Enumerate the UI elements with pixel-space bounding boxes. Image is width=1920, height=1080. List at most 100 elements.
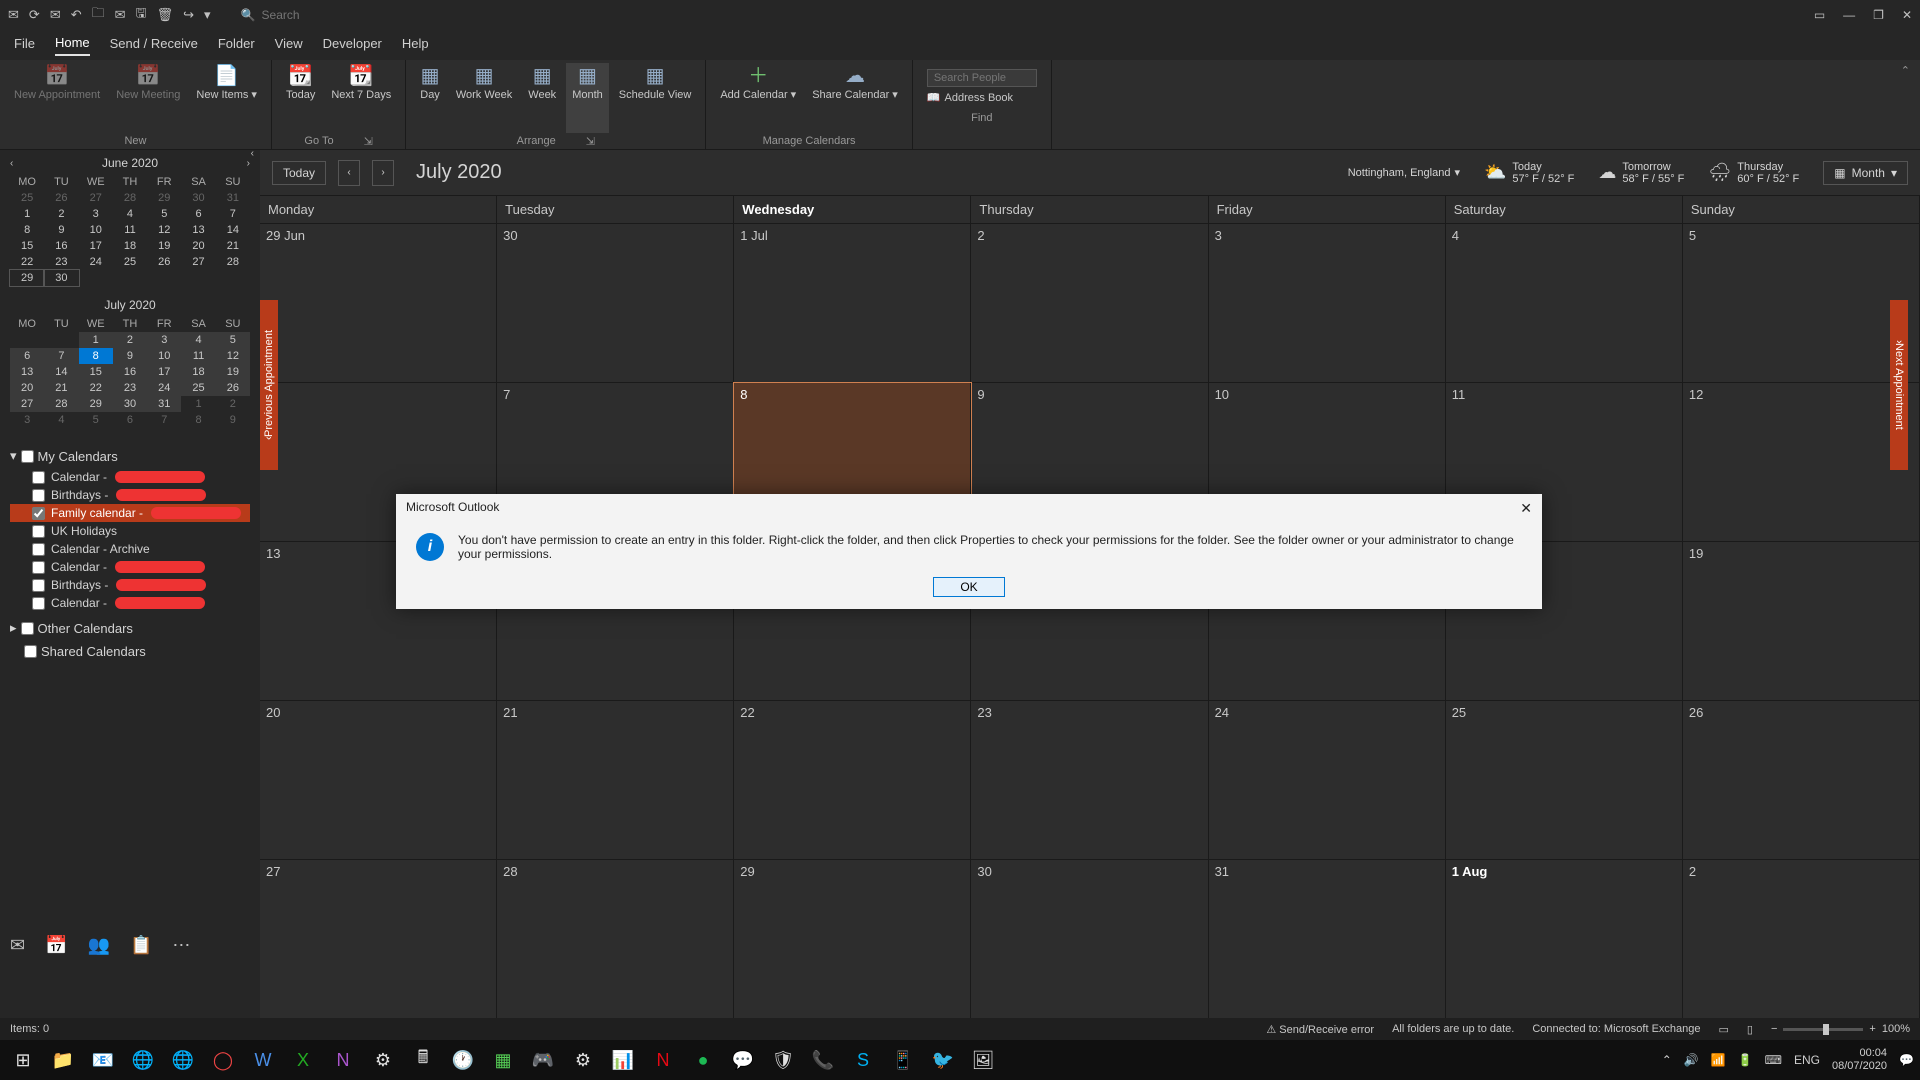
mini-cal-day[interactable]: 21 [216, 238, 250, 254]
schedule-view-button[interactable]: ▦Schedule View [613, 63, 698, 133]
day-view-button[interactable]: ▦Day [414, 63, 446, 133]
next7days-button[interactable]: 📆Next 7 Days [325, 63, 397, 133]
tab-developer[interactable]: Developer [323, 36, 382, 55]
calendar-cell[interactable]: 4 [1446, 224, 1683, 382]
mini-cal-day[interactable]: 9 [44, 222, 78, 238]
mini-cal-day[interactable]: 29 [79, 396, 113, 412]
next-month-icon[interactable]: › [247, 158, 250, 169]
calendar-cell[interactable]: 29 [734, 860, 971, 1018]
mini-cal-day[interactable]: 6 [10, 348, 44, 364]
dialog-launcher-icon[interactable]: ⇲ [586, 135, 595, 148]
forward-icon[interactable]: ↪ [183, 7, 194, 23]
language-indicator[interactable]: ENG [1794, 1053, 1820, 1067]
app-icon[interactable]: 🛡 [766, 1043, 800, 1077]
onenote-icon[interactable]: N [326, 1043, 360, 1077]
my-calendars-header[interactable]: ▾My Calendars [10, 448, 250, 464]
calendar-checkbox[interactable] [32, 579, 45, 592]
view-reading-icon[interactable]: ▯ [1747, 1023, 1753, 1036]
calendar-list-item[interactable]: Calendar - Archive [10, 540, 250, 558]
photos-icon[interactable]: 🖼 [966, 1043, 1000, 1077]
taskbar-clock[interactable]: 00:04 08/07/2020 [1832, 1047, 1887, 1073]
calendar-list-item[interactable]: Birthdays - [10, 486, 250, 504]
mini-cal-day[interactable]: 23 [44, 254, 78, 270]
maximize-icon[interactable]: ❐ [1873, 8, 1884, 22]
mini-cal-day[interactable]: 2 [44, 206, 78, 222]
new-meeting-button[interactable]: 📅New Meeting [110, 63, 186, 133]
app-icon[interactable]: ▦ [486, 1043, 520, 1077]
calendar-checkbox[interactable] [32, 597, 45, 610]
calendar-checkbox[interactable] [32, 525, 45, 538]
netflix-icon[interactable]: N [646, 1043, 680, 1077]
mini-cal-day[interactable]: 10 [147, 348, 181, 364]
new-appointment-button[interactable]: 📅New Appointment [8, 63, 106, 133]
collapse-sidebar-icon[interactable]: ‹ [251, 148, 254, 159]
mini-cal-day[interactable]: 22 [79, 380, 113, 396]
mini-cal-day[interactable] [181, 270, 215, 286]
calendar-cell[interactable]: 20 [260, 701, 497, 859]
goto-today-button[interactable]: Today [272, 161, 326, 185]
prev-month-icon[interactable]: ‹ [10, 158, 13, 169]
app-icon[interactable]: ⚙ [366, 1043, 400, 1077]
mini-cal-day[interactable]: 26 [44, 190, 78, 206]
calendar-cell[interactable]: 2 [1683, 860, 1920, 1018]
mini-cal-day[interactable]: 30 [113, 396, 147, 412]
mini-cal-day[interactable]: 15 [10, 238, 44, 254]
mini-cal-day[interactable]: 28 [216, 254, 250, 270]
file-explorer-icon[interactable]: 📁 [46, 1043, 80, 1077]
calendar-grid[interactable]: 29 Jun301 Jul234567891011121314151617181… [260, 223, 1920, 1018]
tab-home[interactable]: Home [55, 35, 90, 56]
mini-cal-day[interactable]: 31 [216, 190, 250, 206]
calendar-cell[interactable]: 23 [971, 701, 1208, 859]
week-view-button[interactable]: ▦Week [522, 63, 562, 133]
mini-cal-day[interactable]: 28 [113, 190, 147, 206]
other-calendars-header[interactable]: ▸Other Calendars [10, 620, 250, 636]
start-button[interactable]: ⊞ [6, 1043, 40, 1077]
view-switcher[interactable]: ▦Month▾ [1823, 161, 1908, 185]
mini-cal-table[interactable]: MOTUWETHFRSASU12345678910111213141516171… [10, 316, 250, 428]
mini-cal-day[interactable]: 19 [216, 364, 250, 380]
mini-cal-day[interactable]: 3 [147, 332, 181, 348]
calendar-view-icon[interactable]: 📅 [45, 935, 67, 956]
mini-cal-day[interactable]: 6 [113, 412, 147, 428]
mini-cal-day[interactable]: 9 [216, 412, 250, 428]
mini-cal-day[interactable]: 7 [216, 206, 250, 222]
close-icon[interactable]: ✕ [1902, 8, 1912, 22]
app-icon[interactable]: 📊 [606, 1043, 640, 1077]
chrome-icon[interactable]: 🌐 [126, 1043, 160, 1077]
calendar-cell[interactable]: 25 [1446, 701, 1683, 859]
tab-help[interactable]: Help [402, 36, 429, 55]
calendar-cell[interactable]: 12 [1683, 383, 1920, 541]
weather-location[interactable]: Nottingham, England▾ [1348, 166, 1460, 179]
mini-cal-day[interactable] [44, 332, 78, 348]
mini-cal-day[interactable]: 16 [113, 364, 147, 380]
calendar-cell[interactable]: 31 [1209, 860, 1446, 1018]
mini-cal-day[interactable]: 29 [147, 190, 181, 206]
mini-cal-day[interactable]: 7 [147, 412, 181, 428]
mini-cal-day[interactable]: 6 [181, 206, 215, 222]
mini-cal-day[interactable]: 4 [44, 412, 78, 428]
group-checkbox[interactable] [21, 622, 34, 635]
calendar-list-item[interactable]: Calendar - [10, 558, 250, 576]
excel-icon[interactable]: X [286, 1043, 320, 1077]
mini-cal-day[interactable]: 12 [216, 348, 250, 364]
calendar-list-item[interactable]: Birthdays - [10, 576, 250, 594]
mini-cal-day[interactable]: 20 [181, 238, 215, 254]
mini-cal-day[interactable]: 16 [44, 238, 78, 254]
calendar-cell[interactable]: 2 [971, 224, 1208, 382]
mini-cal-day[interactable]: 1 [79, 332, 113, 348]
messenger-icon[interactable]: 💬 [726, 1043, 760, 1077]
mini-cal-day[interactable]: 13 [10, 364, 44, 380]
mini-cal-day[interactable]: 18 [181, 364, 215, 380]
save-icon[interactable]: 🖫 [136, 4, 147, 26]
mini-cal-day[interactable]: 14 [44, 364, 78, 380]
next-period-button[interactable]: › [372, 160, 394, 186]
mini-cal-day[interactable] [216, 270, 250, 286]
mini-cal-day[interactable]: 11 [113, 222, 147, 238]
calendar-list-item[interactable]: Family calendar - [10, 504, 250, 522]
calendar-cell[interactable]: 29 Jun [260, 224, 497, 382]
battery-icon[interactable]: 🔋 [1738, 1053, 1753, 1067]
mini-cal-day[interactable]: 4 [181, 332, 215, 348]
mini-cal-day[interactable]: 30 [44, 270, 78, 286]
weather-thursday[interactable]: 🌧Thursday60° F / 52° F [1708, 161, 1799, 185]
mini-cal-day[interactable]: 13 [181, 222, 215, 238]
